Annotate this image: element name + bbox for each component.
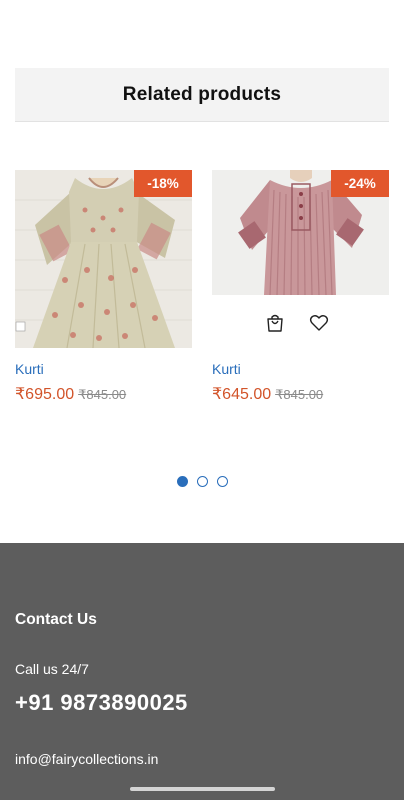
pagination-dot-1[interactable] (177, 476, 188, 487)
product-price: ₹695.00 ₹845.00 (15, 384, 126, 404)
sale-badge: -18% (134, 170, 192, 197)
footer-heading: Contact Us (15, 611, 97, 628)
email-link[interactable]: info@fairycollections.in (15, 751, 158, 767)
related-products-title: Related products (122, 83, 282, 105)
heart-icon[interactable] (308, 312, 330, 334)
sale-price: ₹645.00 (212, 386, 272, 403)
product-card[interactable]: -18% (15, 170, 192, 348)
sale-badge: -24% (331, 170, 389, 197)
product-actions (212, 310, 389, 336)
product-image[interactable]: -24% (212, 170, 389, 295)
sale-price: ₹695.00 (15, 386, 75, 403)
site-footer: Contact Us Call us 24/7 +91 9873890025 i… (0, 543, 404, 800)
phone-number[interactable]: +91 9873890025 (15, 690, 188, 716)
carousel-pagination (177, 476, 228, 488)
pagination-dot-2[interactable] (197, 476, 208, 487)
call-label: Call us 24/7 (15, 661, 89, 677)
product-price: ₹645.00 ₹845.00 (212, 384, 323, 404)
home-indicator[interactable] (130, 787, 275, 791)
regular-price: ₹845.00 (78, 387, 127, 402)
related-products-header: Related products (15, 68, 389, 122)
regular-price: ₹845.00 (275, 387, 324, 402)
product-image[interactable]: -18% (15, 170, 192, 348)
pagination-dot-3[interactable] (217, 476, 228, 487)
product-name-link[interactable]: Kurti (212, 361, 241, 377)
product-name-link[interactable]: Kurti (15, 361, 44, 377)
shopping-bag-icon[interactable] (264, 312, 286, 334)
product-card[interactable]: -24% (212, 170, 389, 295)
